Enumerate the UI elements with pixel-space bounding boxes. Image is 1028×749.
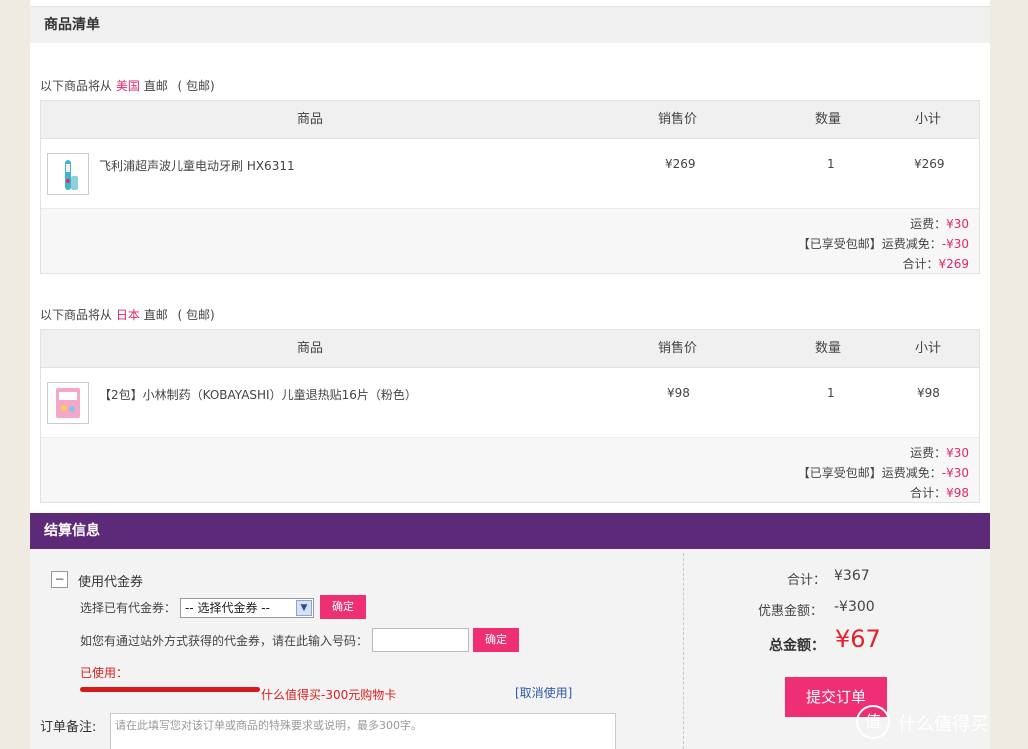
- redacted-voucher-code: [80, 687, 260, 692]
- table-header: 商品 销售价 数量 小计: [41, 101, 979, 139]
- toothbrush-image-icon: [65, 160, 78, 190]
- col-qty: 数量: [815, 112, 842, 127]
- discount-label: 优惠金额：: [758, 604, 824, 619]
- shipping-label: 运费：: [910, 446, 947, 460]
- product-price: ¥269: [665, 157, 696, 171]
- settlement-section-title: 结算信息: [30, 513, 990, 549]
- product-name[interactable]: 飞利浦超声波儿童电动牙刷 HX6311: [99, 157, 295, 174]
- shipping-discount-label: 【已享受包邮】运费减免：: [797, 237, 942, 251]
- shipment-total-label: 合计：: [902, 257, 939, 271]
- col-subtotal: 小计: [915, 112, 942, 127]
- col-price: 销售价: [658, 112, 698, 127]
- voucher-code-confirm-button[interactable]: 确定: [473, 628, 519, 652]
- product-thumbnail[interactable]: [47, 153, 89, 195]
- origin-prefix: 以下商品将从: [40, 79, 113, 93]
- product-subtotal: ¥98: [917, 386, 940, 400]
- origin-prefix: 以下商品将从: [40, 308, 113, 322]
- voucher-section-label: 使用代金券: [78, 575, 144, 590]
- shipping-discount-value: -¥30: [941, 237, 969, 251]
- order-remark-textarea[interactable]: 请在此填写您对该订单或商品的特殊要求或说明，最多300字。: [110, 713, 616, 749]
- order-remark-label: 订单备注:: [40, 720, 97, 735]
- cooling-patch-image-icon: [56, 388, 80, 418]
- grand-total-value: ¥67: [835, 625, 881, 653]
- shipment-origin: 以下商品将从 日本 直邮 ( 包邮): [40, 306, 215, 323]
- voucher-select-confirm-button[interactable]: 确定: [320, 595, 366, 619]
- col-product: 商品: [297, 112, 324, 127]
- col-product: 商品: [297, 341, 324, 356]
- product-name[interactable]: 【2包】小林制药（KOBAYASHI）儿童退热贴16片（粉色）: [99, 386, 417, 403]
- watermark-logo-icon: 值: [856, 705, 890, 739]
- shipment-table: 商品 销售价 数量 小计 【2包】小林制药（KOBAYASHI）儿童退热贴16片…: [40, 329, 980, 503]
- used-voucher-label: 已使用：: [80, 666, 129, 680]
- table-header: 商品 销售价 数量 小计: [41, 330, 979, 368]
- shipping-label: 运费：: [910, 217, 947, 231]
- divider: [683, 553, 684, 749]
- watermark-text: 什么值得买: [898, 714, 988, 735]
- product-subtotal: ¥269: [914, 157, 945, 171]
- shipment-total-value: ¥98: [946, 486, 969, 500]
- voucher-code-input[interactable]: [372, 628, 469, 652]
- shipping-discount-label: 【已享受包邮】运费减免：: [797, 466, 942, 480]
- product-qty: 1: [827, 157, 835, 171]
- product-qty: 1: [827, 386, 835, 400]
- product-price: ¥98: [667, 386, 690, 400]
- voucher-collapse-toggle[interactable]: −: [51, 571, 68, 588]
- voucher-select-value: -- 选择代金券 --: [185, 601, 270, 615]
- shipping-discount-value: -¥30: [941, 466, 969, 480]
- shipment-origin: 以下商品将从 美国 直邮 ( 包邮): [40, 77, 215, 94]
- shipment-total-value: ¥269: [938, 257, 969, 271]
- grand-total-label: 总金额：: [769, 638, 825, 654]
- discount-value: -¥300: [834, 599, 875, 615]
- shipment-summary: 运费：¥30 【已享受包邮】运费减免：-¥30 合计：¥98: [41, 438, 979, 502]
- shipment-table: 商品 销售价 数量 小计 飞利浦超声波儿童电动牙刷 HX6311 ¥269 1 …: [40, 100, 980, 274]
- subtotal-value: ¥367: [834, 568, 870, 584]
- subtotal-label: 合计：: [787, 573, 827, 588]
- origin-suffix: 直邮: [143, 308, 168, 322]
- voucher-code-label: 如您有通过站外方式获得的代金券，请在此输入号码：: [80, 634, 369, 648]
- free-shipping-note: ( 包邮): [177, 79, 215, 93]
- col-qty: 数量: [815, 341, 842, 356]
- cancel-voucher-link[interactable]: [取消使用]: [515, 684, 572, 701]
- free-shipping-note: ( 包邮): [177, 308, 215, 322]
- col-price: 销售价: [658, 341, 698, 356]
- col-subtotal: 小计: [915, 341, 942, 356]
- goods-section-title: 商品清单: [30, 7, 990, 43]
- origin-country: 美国: [115, 79, 140, 93]
- used-voucher-name: 什么值得买-300元购物卡: [261, 688, 397, 702]
- voucher-select[interactable]: -- 选择代金券 -- ▼: [180, 598, 314, 618]
- order-panel: 商品清单 以下商品将从 美国 直邮 ( 包邮) 商品 销售价 数量 小计 飞利浦…: [30, 0, 990, 749]
- table-row: 飞利浦超声波儿童电动牙刷 HX6311 ¥269 1 ¥269: [41, 139, 979, 209]
- shipping-value: ¥30: [946, 217, 969, 231]
- chevron-down-icon: ▼: [296, 600, 312, 616]
- shipping-value: ¥30: [946, 446, 969, 460]
- voucher-select-label: 选择已有代金券：: [80, 601, 177, 615]
- shipment-summary: 运费：¥30 【已享受包邮】运费减免：-¥30 合计：¥269: [41, 209, 979, 273]
- origin-suffix: 直邮: [143, 79, 168, 93]
- table-row: 【2包】小林制药（KOBAYASHI）儿童退热贴16片（粉色） ¥98 1 ¥9…: [41, 368, 979, 438]
- settlement-panel: − 使用代金券 选择已有代金券： -- 选择代金券 -- ▼ 确定 如您有通过站…: [30, 549, 990, 749]
- shipment-total-label: 合计：: [910, 486, 947, 500]
- origin-country: 日本: [115, 308, 140, 322]
- product-thumbnail[interactable]: [47, 382, 89, 424]
